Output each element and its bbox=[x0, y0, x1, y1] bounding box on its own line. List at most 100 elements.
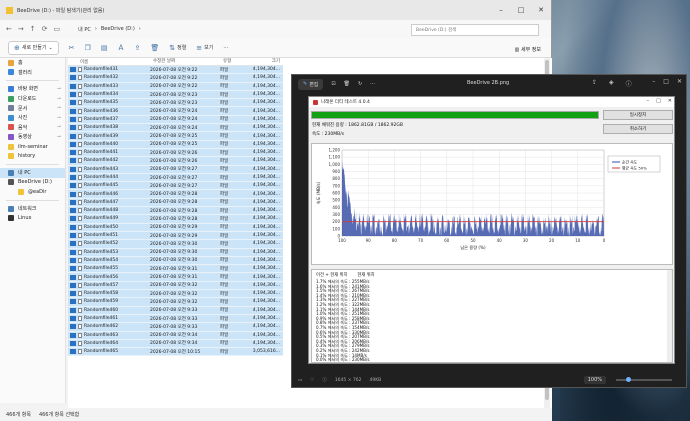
more-button[interactable]: ··· bbox=[223, 45, 228, 51]
file-row[interactable]: Randomfile444 2026-07-08 오전 9:27 파일 4,194,3… bbox=[68, 173, 283, 183]
back-icon[interactable]: ← bbox=[6, 25, 12, 33]
search-input[interactable]: BeeDrive (D:) 검색 bbox=[411, 24, 539, 36]
file-row[interactable]: Randomfile446 2026-07-08 오전 9:28 파일 4,194,3… bbox=[68, 190, 283, 199]
file-row[interactable]: Randomfile447 2026-07-08 오전 9:28 파일 4,194,3… bbox=[68, 198, 283, 208]
zoom-slider[interactable] bbox=[616, 377, 672, 382]
column-name[interactable]: 이름 bbox=[68, 58, 150, 65]
checkbox[interactable] bbox=[70, 316, 76, 322]
sidebar-item[interactable]: history bbox=[0, 151, 65, 161]
edit-button[interactable]: ✎ 편집 bbox=[298, 78, 324, 90]
checkbox[interactable] bbox=[70, 100, 76, 106]
checkbox[interactable] bbox=[70, 75, 76, 81]
file-row[interactable]: Randomfile432 2026-07-08 오전 9:22 파일 4,194,3… bbox=[68, 74, 283, 83]
new-button[interactable]: ⊕ 새로 만들기 ⌄ bbox=[8, 40, 59, 55]
delete-icon[interactable]: 🗑 bbox=[344, 81, 350, 87]
checkbox[interactable] bbox=[70, 158, 76, 164]
file-row[interactable]: Randomfile435 2026-07-08 오전 9:23 파일 4,194,3… bbox=[68, 99, 283, 108]
checkbox[interactable] bbox=[70, 349, 76, 355]
file-row[interactable]: Randomfile440 2026-07-08 오전 9:25 파일 4,194,3… bbox=[68, 140, 283, 149]
copy-button[interactable]: ❐ bbox=[85, 44, 91, 52]
checkbox[interactable] bbox=[70, 233, 76, 239]
checkbox[interactable] bbox=[70, 191, 76, 197]
file-row[interactable]: Randomfile459 2026-07-08 오전 9:32 파일 4,194,3… bbox=[68, 298, 283, 307]
file-row[interactable]: Randomfile465 2026-07-08 오전 10:15 파일 3,053,… bbox=[68, 348, 283, 357]
app-minimize[interactable]: – bbox=[647, 98, 650, 104]
info-icon[interactable]: ⓘ bbox=[322, 377, 327, 383]
checkbox[interactable] bbox=[70, 141, 76, 147]
info-icon[interactable]: ⓘ bbox=[626, 79, 632, 88]
cut-button[interactable]: ✂ bbox=[69, 44, 75, 52]
copilot-icon[interactable]: ◈ bbox=[609, 79, 614, 88]
file-row[interactable]: Randomfile449 2026-07-08 오전 9:28 파일 4,194,3… bbox=[68, 215, 283, 224]
forward-icon[interactable]: → bbox=[18, 25, 24, 33]
file-row[interactable]: Randomfile442 2026-07-08 오전 9:26 파일 4,194,3… bbox=[68, 157, 283, 166]
file-row[interactable]: Randomfile448 2026-07-08 오전 9:28 파일 4,194,3… bbox=[68, 207, 283, 216]
app-close[interactable]: ✕ bbox=[668, 98, 672, 104]
file-row[interactable]: Randomfile456 2026-07-08 오전 9:31 파일 4,194,3… bbox=[68, 273, 283, 282]
checkbox[interactable] bbox=[70, 241, 76, 247]
app-maximize[interactable]: □ bbox=[656, 98, 661, 104]
file-row[interactable]: Randomfile438 2026-07-08 오전 9:24 파일 4,194,3… bbox=[68, 124, 283, 133]
file-row[interactable]: Randomfile458 2026-07-08 오전 9:32 파일 4,194,3… bbox=[68, 290, 283, 299]
file-row[interactable]: Randomfile463 2026-07-08 오전 9:34 파일 4,194,3… bbox=[68, 331, 283, 340]
checkbox[interactable] bbox=[70, 291, 76, 297]
sidebar-item[interactable]: 사진 ⊸ bbox=[0, 113, 65, 123]
sort-button[interactable]: ⇅ 정렬 bbox=[169, 44, 186, 52]
more-icon[interactable]: ··· bbox=[370, 81, 375, 87]
checkbox[interactable] bbox=[70, 175, 76, 180]
file-row[interactable]: Randomfile441 2026-07-08 오전 9:26 파일 4,194,3… bbox=[68, 148, 283, 158]
sidebar-item[interactable]: 바탕 화면 ⊸ bbox=[0, 84, 65, 94]
checkbox[interactable] bbox=[70, 208, 76, 214]
checkbox[interactable] bbox=[70, 307, 76, 313]
sidebar-item[interactable]: 동영상 ⊸ bbox=[0, 132, 65, 142]
breadcrumb-pc[interactable]: 내 PC bbox=[78, 26, 91, 33]
zoom-level[interactable]: 100% bbox=[583, 376, 606, 384]
paste-button[interactable]: ▤ bbox=[101, 44, 108, 52]
zoom-slider-knob[interactable] bbox=[626, 377, 631, 382]
sidebar-item[interactable]: 문서 ⊸ bbox=[0, 103, 65, 113]
checkbox[interactable] bbox=[70, 125, 76, 131]
sidebar-item[interactable]: 갤러리 bbox=[0, 68, 65, 78]
checkbox[interactable] bbox=[70, 166, 76, 172]
column-type[interactable]: 유형 bbox=[220, 58, 250, 65]
filmstrip-icon[interactable]: ▭ bbox=[298, 378, 302, 383]
file-row[interactable]: Randomfile464 2026-07-08 오전 9:34 파일 4,194,3… bbox=[68, 339, 283, 349]
sidebar-item[interactable]: 음악 ⊸ bbox=[0, 123, 65, 133]
checkbox[interactable] bbox=[70, 224, 76, 230]
file-row[interactable]: Randomfile445 2026-07-08 오전 9:27 파일 4,194,3… bbox=[68, 182, 283, 191]
minimize-button[interactable]: – bbox=[652, 78, 655, 85]
sidebar-item[interactable]: BeeDrive (D:) bbox=[0, 178, 65, 188]
heart-icon[interactable]: ♡ bbox=[310, 378, 314, 383]
checkbox[interactable] bbox=[70, 257, 76, 263]
file-row[interactable]: Randomfile433 2026-07-08 오전 9:22 파일 4,194,3… bbox=[68, 82, 283, 91]
checkbox[interactable] bbox=[70, 282, 76, 288]
checkbox[interactable] bbox=[70, 340, 76, 346]
sidebar-item[interactable]: 홈 bbox=[0, 58, 65, 68]
sidebar-item[interactable]: 내 PC bbox=[0, 167, 65, 178]
file-row[interactable]: Randomfile439 2026-07-08 오전 9:25 파일 4,194,3… bbox=[68, 132, 283, 141]
sidebar-item[interactable]: 다운로드 ⊸ bbox=[0, 94, 65, 104]
sidebar-item[interactable]: @eaDir bbox=[0, 187, 65, 197]
sidebar-item[interactable]: 네트워크 bbox=[0, 204, 65, 214]
log-scrollbar[interactable] bbox=[667, 270, 672, 362]
cancel-button[interactable]: 취소하기 bbox=[603, 124, 673, 134]
checkbox[interactable] bbox=[70, 150, 76, 156]
refresh-icon[interactable]: ⟳ bbox=[42, 25, 48, 33]
column-size[interactable]: 크기 bbox=[250, 58, 280, 65]
rename-button[interactable]: Ａ bbox=[117, 43, 124, 53]
share-icon[interactable]: ⇪ bbox=[592, 79, 597, 88]
checkbox[interactable] bbox=[70, 199, 76, 205]
file-row[interactable]: Randomfile452 2026-07-08 오전 9:30 파일 4,194,3… bbox=[68, 240, 283, 249]
file-row[interactable]: Randomfile437 2026-07-08 오전 9:24 파일 4,194,3… bbox=[68, 115, 283, 125]
column-date[interactable]: 수정한 날짜 bbox=[150, 58, 220, 65]
checkbox[interactable] bbox=[70, 67, 76, 73]
file-row[interactable]: Randomfile443 2026-07-08 오전 9:27 파일 4,194,3… bbox=[68, 165, 283, 174]
checkbox[interactable] bbox=[70, 266, 76, 272]
checkbox[interactable] bbox=[70, 83, 76, 89]
checkbox[interactable] bbox=[70, 183, 76, 189]
checkbox[interactable] bbox=[70, 299, 76, 305]
checkbox[interactable] bbox=[70, 216, 76, 222]
maximize-button[interactable]: □ bbox=[663, 78, 669, 85]
share-button[interactable]: ⇪ bbox=[134, 44, 140, 52]
file-row[interactable]: Randomfile436 2026-07-08 오전 9:24 파일 4,194,3… bbox=[68, 107, 283, 116]
